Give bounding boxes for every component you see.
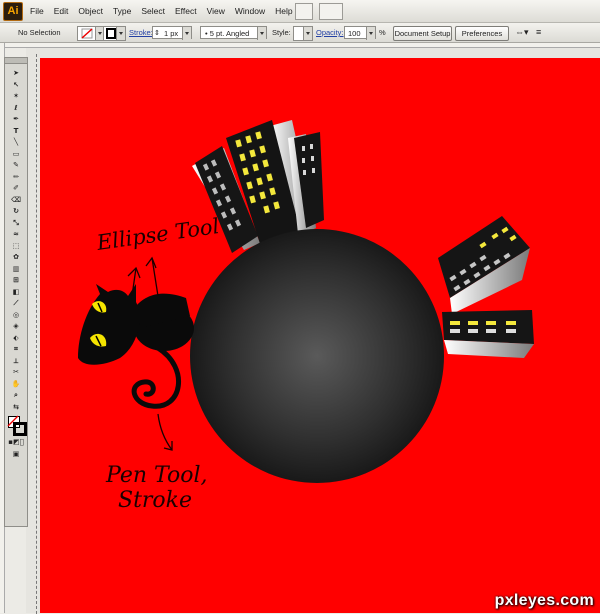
no-fill-icon: [7, 415, 19, 427]
column-graph-tool-icon[interactable]: ▥: [7, 264, 25, 276]
symbol-sprayer-tool-icon[interactable]: ✿: [7, 252, 25, 264]
stepper-icon[interactable]: ⇕: [154, 27, 160, 40]
scissors-tool-icon[interactable]: ✂: [7, 367, 25, 379]
rectangle-tool-icon[interactable]: ▭: [7, 149, 25, 161]
menu-type[interactable]: Type: [108, 0, 136, 22]
chevron-down-icon: [257, 27, 266, 40]
pen-tool-icon[interactable]: ✒: [7, 114, 25, 126]
pen-tool-label-line1: Pen Tool,: [105, 463, 207, 488]
blend-tool-icon[interactable]: ◎: [7, 310, 25, 322]
hand-tool-icon[interactable]: ✋: [7, 379, 25, 391]
opacity-input[interactable]: 100: [344, 26, 376, 40]
screen-mode-icon[interactable]: ▣: [7, 449, 25, 461]
watermark: pxleyes.com: [494, 592, 594, 609]
stroke-weight-field[interactable]: ⇕ 1 px: [152, 26, 192, 40]
tools-panel-grip[interactable]: [5, 58, 27, 64]
paintbrush-tool-icon[interactable]: ✎: [7, 160, 25, 172]
bridge-icon[interactable]: [295, 3, 313, 20]
menu-help[interactable]: Help: [270, 0, 297, 22]
building-east-upper: [438, 216, 530, 314]
menu-window[interactable]: Window: [230, 0, 270, 22]
ellipse-tool-annotation: Ellipse Tool: [94, 214, 221, 297]
percent-label: %: [379, 28, 386, 37]
color-mode-icon[interactable]: ▪◩⃠: [7, 437, 25, 449]
menu-object[interactable]: Object: [73, 0, 108, 22]
fill-swatch[interactable]: [77, 26, 105, 41]
pen-tool-annotation: Pen Tool, Stroke: [105, 413, 207, 513]
tools-panel: ➤ ↖ ✶ ℓ ✒ T ╲ ▭ ✎ ✏ ✐ ⌫ ↻ ⤡ ≈ ⬚ ✿ ▥ ⊞ ◧ …: [4, 57, 28, 527]
panel-menu-icon[interactable]: ≡: [536, 26, 541, 39]
selection-tool-icon[interactable]: ➤: [7, 68, 25, 80]
planet-sphere: [190, 229, 444, 483]
magic-wand-tool-icon[interactable]: ✶: [7, 91, 25, 103]
align-icon[interactable]: ⇔▾: [515, 26, 529, 39]
chevron-right-icon: [366, 27, 375, 40]
stroke-label[interactable]: Stroke:: [129, 26, 153, 39]
app-logo: Ai: [3, 2, 23, 21]
mesh-tool-icon[interactable]: ⊞: [7, 275, 25, 287]
artboard[interactable]: Ellipse Tool Pen Tool, Stroke: [40, 58, 600, 613]
direct-selection-tool-icon[interactable]: ↖: [7, 80, 25, 92]
eraser-tool-icon[interactable]: ⌫: [7, 195, 25, 207]
slice-tool-icon[interactable]: ⟂: [7, 356, 25, 368]
menu-edit[interactable]: Edit: [49, 0, 74, 22]
menu-file[interactable]: File: [25, 0, 49, 22]
gradient-tool-icon[interactable]: ◧: [7, 287, 25, 299]
pencil-tool-icon[interactable]: ✏: [7, 172, 25, 184]
scale-tool-icon[interactable]: ⤡: [7, 218, 25, 230]
blob-brush-tool-icon[interactable]: ✐: [7, 183, 25, 195]
style-label: Style:: [272, 28, 291, 37]
arrange-documents-icon[interactable]: [319, 3, 343, 20]
brush-value: 5 pt. Angled: [209, 29, 250, 38]
fill-stroke-swatches[interactable]: [7, 415, 27, 437]
swap-fill-stroke-icon[interactable]: ⇆: [7, 402, 25, 414]
pen-tool-label-line2: Stroke: [118, 488, 192, 513]
menu-view[interactable]: View: [202, 0, 230, 22]
rotate-tool-icon[interactable]: ↻: [7, 206, 25, 218]
document-setup-button[interactable]: Document Setup: [393, 26, 452, 41]
menu-effect[interactable]: Effect: [170, 0, 202, 22]
live-paint-selection-tool-icon[interactable]: ⬖: [7, 333, 25, 345]
no-fill-icon: [81, 28, 93, 39]
live-paint-tool-icon[interactable]: ◈: [7, 321, 25, 333]
menu-list: File Edit Object Type Select Effect View Window…: [25, 0, 298, 22]
tool-list: ➤ ↖ ✶ ℓ ✒ T ╲ ▭ ✎ ✏ ✐ ⌫ ↻ ⤡ ≈ ⬚ ✿ ▥ ⊞ ◧ …: [5, 68, 27, 460]
zoom-tool-icon[interactable]: ⌕: [7, 390, 25, 402]
building-east-lower: [442, 310, 534, 358]
ellipse-tool-label: Ellipse Tool: [94, 214, 220, 255]
warp-tool-icon[interactable]: ≈: [7, 229, 25, 241]
stroke-weight-value: 1 px: [164, 29, 179, 38]
line-segment-tool-icon[interactable]: ╲: [7, 137, 25, 149]
menu-select[interactable]: Select: [136, 0, 170, 22]
menu-bar: Ai File Edit Object Type Select Effect View Win…: [0, 0, 600, 23]
chevron-down-icon: [182, 27, 191, 40]
chevron-down-icon: [303, 27, 312, 40]
graphic-style-swatch[interactable]: [293, 26, 313, 41]
illustration: Ellipse Tool Pen Tool, Stroke: [78, 120, 534, 513]
eyedropper-tool-icon[interactable]: ⟋: [7, 298, 25, 310]
free-transform-tool-icon[interactable]: ⬚: [7, 241, 25, 253]
stroke-swatch[interactable]: [103, 26, 126, 41]
control-panel: No Selection Stroke: ⇕ 1 px • 5 pt. Angl…: [0, 23, 600, 43]
brush-definition-select[interactable]: • 5 pt. Angled: [200, 26, 267, 40]
crop-area-tool-icon[interactable]: ⌗: [7, 344, 25, 356]
opacity-label[interactable]: Opacity:: [316, 26, 344, 39]
lasso-tool-icon[interactable]: ℓ: [7, 103, 25, 115]
selection-status: No Selection: [18, 28, 61, 37]
chevron-down-icon: [116, 27, 125, 40]
type-tool-icon[interactable]: T: [7, 126, 25, 138]
opacity-value: 100: [348, 29, 361, 38]
preferences-button[interactable]: Preferences: [455, 26, 509, 41]
black-cat: [78, 284, 194, 409]
